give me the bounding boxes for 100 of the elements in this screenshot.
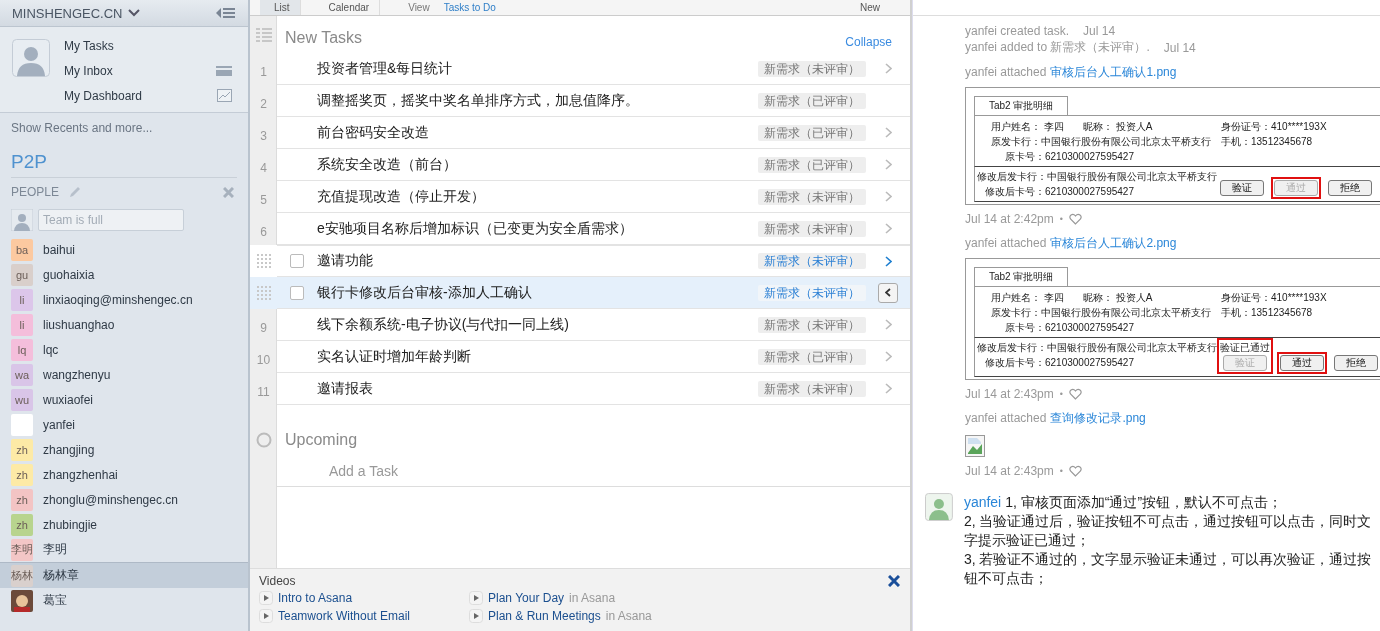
person-item[interactable]: 李明 李明 xyxy=(0,537,248,562)
doc-field: 身份证号：410****193X xyxy=(1221,119,1327,134)
task-title[interactable]: 充值提现改造（停止开发） xyxy=(317,187,758,206)
reorder-icon[interactable] xyxy=(255,27,272,42)
play-icon[interactable] xyxy=(259,609,273,623)
show-recents-link[interactable]: Show Recents and more... xyxy=(0,113,248,141)
task-tag[interactable]: 新需求（未评审） xyxy=(758,380,866,397)
task-tag[interactable]: 新需求（未评审） xyxy=(758,316,866,333)
chevron-right-icon[interactable] xyxy=(884,255,892,267)
task-title[interactable]: 线下余额系统-电子协议(与代扣一同上线) xyxy=(317,315,758,334)
task-tag[interactable]: 新需求（未评审） xyxy=(758,188,866,205)
video-link[interactable]: Plan & Run Meetings xyxy=(488,609,601,623)
heart-icon[interactable] xyxy=(1068,388,1082,400)
nav-link[interactable]: My Tasks xyxy=(64,38,114,53)
play-icon[interactable] xyxy=(469,591,483,605)
chevron-right-icon[interactable] xyxy=(884,159,892,170)
video-link[interactable]: Plan Your Day xyxy=(488,591,565,605)
task-checkbox[interactable] xyxy=(290,285,304,300)
task-tag[interactable]: 新需求（未评审） xyxy=(758,284,866,301)
person-item[interactable]: gu guohaixia xyxy=(0,262,248,287)
nav-link[interactable]: My Dashboard xyxy=(64,88,143,103)
person-item[interactable]: lq lqc xyxy=(0,337,248,362)
collapse-link[interactable]: Collapse xyxy=(845,35,892,49)
person-item[interactable]: wa wangzhenyu xyxy=(0,362,248,387)
workspace-menu[interactable]: MINSHENGEC.CN xyxy=(12,5,123,21)
task-title[interactable]: 邀请报表 xyxy=(317,379,758,398)
task-tag[interactable]: 新需求（已评审） xyxy=(758,124,866,141)
nav-link[interactable]: My Inbox xyxy=(64,63,113,78)
task-title[interactable]: e安驰项目名称后增加标识（已变更为安全盾需求） xyxy=(317,219,758,238)
file-link[interactable]: 查询修改记录.png xyxy=(1050,409,1146,427)
view-tab[interactable]: List xyxy=(260,0,301,15)
chevron-right-icon[interactable] xyxy=(884,63,892,74)
close-details-button[interactable] xyxy=(878,282,898,303)
task-row[interactable]: 9 线下余额系统-电子协议(与代扣一同上线) 新需求（未评审） xyxy=(250,309,910,341)
collapse-sidebar-icon[interactable] xyxy=(216,7,236,19)
video-link[interactable]: Intro to Asana xyxy=(278,591,353,605)
row-number: 4 xyxy=(260,160,267,175)
person-name: baihui xyxy=(43,242,76,257)
person-item[interactable]: yanfei xyxy=(0,412,248,437)
person-item[interactable]: zh zhangzhenhai xyxy=(0,462,248,487)
task-title[interactable]: 邀请功能 xyxy=(317,252,758,270)
chevron-down-icon[interactable] xyxy=(127,9,140,17)
person-item[interactable]: zh zhonglu@minshengec.cn xyxy=(0,487,248,512)
person-item[interactable]: zh zhangjing xyxy=(0,437,248,462)
task-tag[interactable]: 新需求（未评审） xyxy=(758,60,866,77)
task-row[interactable]: 4 系统安全改造（前台） 新需求（已评审） xyxy=(250,149,910,181)
chevron-right-icon[interactable] xyxy=(884,127,892,138)
chevron-right-icon[interactable] xyxy=(884,191,892,202)
task-checkbox[interactable] xyxy=(290,254,304,268)
drag-handle-icon[interactable] xyxy=(255,253,272,269)
task-row[interactable]: 11 邀请报表 新需求（未评审） xyxy=(250,373,910,405)
task-title[interactable]: 前台密码安全改造 xyxy=(317,123,758,142)
play-icon[interactable] xyxy=(469,609,483,623)
task-tag[interactable]: 新需求（已评审） xyxy=(758,156,866,173)
story-text: yanfei created task. xyxy=(965,23,1070,38)
chevron-right-icon[interactable] xyxy=(884,223,892,234)
task-title[interactable]: 银行卡修改后台审核-添加人工确认 xyxy=(317,283,758,302)
doc-field: 昵称： 投资人A xyxy=(1083,119,1221,134)
person-name: wangzhenyu xyxy=(43,367,111,382)
file-link[interactable]: 审核后台人工确认2.png xyxy=(1050,234,1177,252)
pencil-icon[interactable] xyxy=(69,186,82,198)
person-item[interactable]: 杨林 杨林章 xyxy=(0,562,248,588)
person-item[interactable]: ba baihui xyxy=(0,237,248,262)
task-title[interactable]: 系统安全改造（前台） xyxy=(317,155,758,174)
task-tag[interactable]: 新需求（已评审） xyxy=(758,92,866,109)
chevron-right-icon[interactable] xyxy=(884,319,892,330)
task-title[interactable]: 投资者管理&每日统计 xyxy=(317,59,758,78)
task-row[interactable]: 5 充值提现改造（停止开发） 新需求（未评审） xyxy=(250,181,910,213)
task-title[interactable]: 实名认证时增加年龄判断 xyxy=(317,347,758,366)
person-item[interactable]: wu wuxiaofei xyxy=(0,387,248,412)
person-item[interactable]: zh zhubingjie xyxy=(0,512,248,537)
play-icon[interactable] xyxy=(259,591,273,605)
heart-icon[interactable] xyxy=(1068,213,1082,225)
task-tag[interactable]: 新需求（未评审） xyxy=(758,253,866,269)
doc-field: 修改后发卡行：中国银行股份有限公司北京太平桥支行 xyxy=(977,169,1217,184)
view-tab[interactable]: Calendar xyxy=(314,0,381,15)
task-row[interactable]: 10 实名认证时增加年龄判断 新需求（已评审） xyxy=(250,341,910,373)
view-dropdown[interactable]: Tasks to Do xyxy=(443,2,496,13)
chevron-right-icon[interactable] xyxy=(884,351,892,362)
video-link[interactable]: Teamwork Without Email xyxy=(278,609,411,623)
circle-icon[interactable] xyxy=(255,432,272,448)
heart-icon[interactable] xyxy=(1068,465,1082,477)
task-tag[interactable]: 新需求（未评审） xyxy=(758,220,866,237)
person-item[interactable]: li liushuanghao xyxy=(0,312,248,337)
task-title[interactable]: 调整摇奖页，摇奖中奖名单排序方式，加息值降序。 xyxy=(317,91,758,110)
comment-author[interactable]: yanfei xyxy=(963,494,1002,510)
task-row[interactable]: 2 调整摇奖页，摇奖中奖名单排序方式，加息值降序。 新需求（已评审） xyxy=(250,85,910,117)
team-input-field[interactable]: Team is full xyxy=(38,209,184,231)
chevron-right-icon[interactable] xyxy=(884,383,892,394)
task-row[interactable]: 3 前台密码安全改造 新需求（已评审） xyxy=(250,117,910,149)
task-tag[interactable]: 新需求（已评审） xyxy=(758,348,866,365)
broken-image-icon[interactable] xyxy=(965,435,985,457)
file-link[interactable]: 审核后台人工确认1.png xyxy=(1050,63,1177,81)
drag-handle-icon[interactable] xyxy=(255,285,272,301)
task-row[interactable]: 1 投资者管理&每日统计 新需求（未评审） xyxy=(250,53,910,85)
person-item[interactable]: li linxiaoqing@minshengec.cn xyxy=(0,287,248,312)
person-name: zhonglu@minshengec.cn xyxy=(43,492,178,507)
person-item[interactable]: 葛宝 xyxy=(0,588,248,613)
new-button[interactable]: New xyxy=(860,2,880,13)
close-icon[interactable] xyxy=(888,575,900,587)
